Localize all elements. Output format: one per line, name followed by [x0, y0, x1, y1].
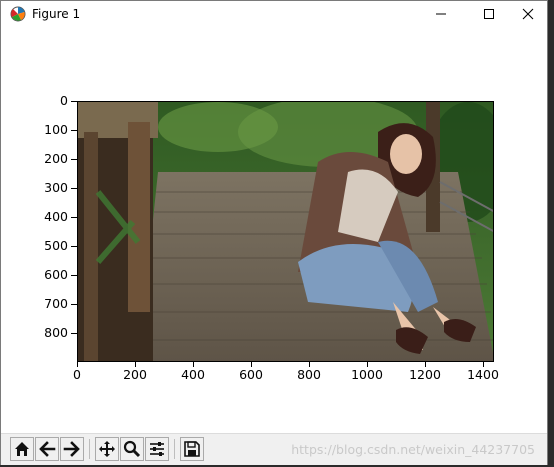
y-tick-label: 500 [44, 238, 68, 253]
home-button[interactable] [10, 437, 34, 461]
y-tick [71, 246, 77, 247]
forward-button[interactable] [60, 437, 84, 461]
maximize-button[interactable] [470, 1, 508, 27]
x-tick-label: 400 [181, 367, 205, 382]
y-tick [71, 217, 77, 218]
y-tick [71, 101, 77, 102]
save-button[interactable] [180, 437, 204, 461]
navigation-toolbar: https://blog.csdn.net/weixin_44237705 [1, 433, 547, 465]
minimize-button[interactable] [422, 1, 460, 27]
displayed-photo [77, 101, 494, 362]
y-tick [71, 333, 77, 334]
x-tick-label: 1200 [409, 367, 441, 382]
y-tick [71, 130, 77, 131]
y-tick-label: 600 [44, 267, 68, 282]
maximize-icon [484, 9, 494, 19]
x-tick-label: 1000 [351, 367, 383, 382]
y-tick [71, 188, 77, 189]
zoom-button[interactable] [120, 437, 144, 461]
back-arrow-icon [39, 441, 56, 457]
window-title: Figure 1 [32, 7, 81, 21]
home-icon [15, 442, 29, 456]
pan-icon [99, 441, 115, 457]
x-tick-label: 200 [123, 367, 147, 382]
title-bar[interactable]: Figure 1 [1, 1, 547, 29]
save-icon [184, 441, 200, 457]
background-editor-edge [548, 0, 554, 467]
y-tick-label: 0 [60, 93, 68, 108]
back-button[interactable] [35, 437, 59, 461]
close-icon [522, 8, 534, 20]
x-tick-label: 1400 [467, 367, 499, 382]
watermark-text: https://blog.csdn.net/weixin_44237705 [291, 442, 535, 457]
toolbar-separator [174, 439, 175, 459]
matplotlib-icon [10, 6, 26, 22]
close-button[interactable] [509, 1, 547, 27]
configure-subplots-icon [150, 442, 164, 456]
y-tick-label: 300 [44, 180, 68, 195]
configure-subplots-button[interactable] [145, 437, 169, 461]
y-tick-label: 800 [44, 325, 68, 340]
x-tick-label: 600 [239, 367, 263, 382]
minimize-icon [436, 13, 446, 15]
y-tick-label: 400 [44, 209, 68, 224]
y-tick [71, 275, 77, 276]
zoom-icon [123, 440, 141, 458]
y-tick [71, 304, 77, 305]
forward-arrow-icon [63, 441, 80, 457]
y-axis [71, 101, 77, 362]
x-tick-label: 800 [297, 367, 321, 382]
y-tick-label: 700 [44, 296, 68, 311]
toolbar-separator [89, 439, 90, 459]
pan-button[interactable] [95, 437, 119, 461]
y-tick-label: 200 [44, 151, 68, 166]
y-tick-label: 100 [44, 122, 68, 137]
y-tick [71, 159, 77, 160]
x-tick-label: 0 [73, 367, 81, 382]
figure-window: Figure 1 0 100 200 300 400 500 600 700 8… [0, 0, 548, 465]
